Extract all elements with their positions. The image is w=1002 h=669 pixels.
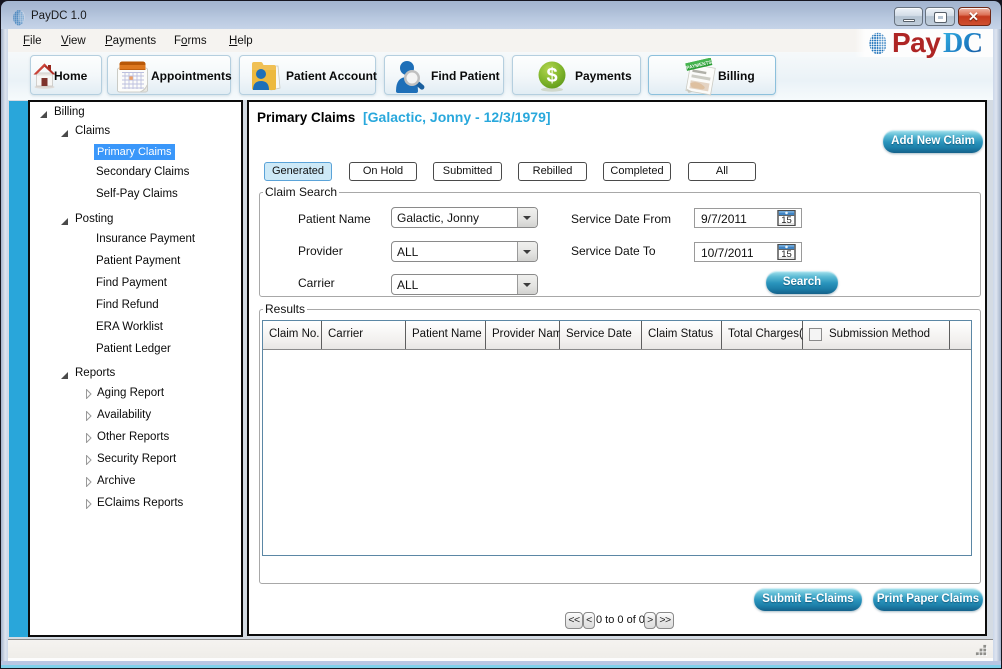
svg-text:15: 15 (781, 215, 792, 226)
svg-text:15: 15 (781, 249, 792, 260)
svg-text:$: $ (546, 65, 557, 87)
